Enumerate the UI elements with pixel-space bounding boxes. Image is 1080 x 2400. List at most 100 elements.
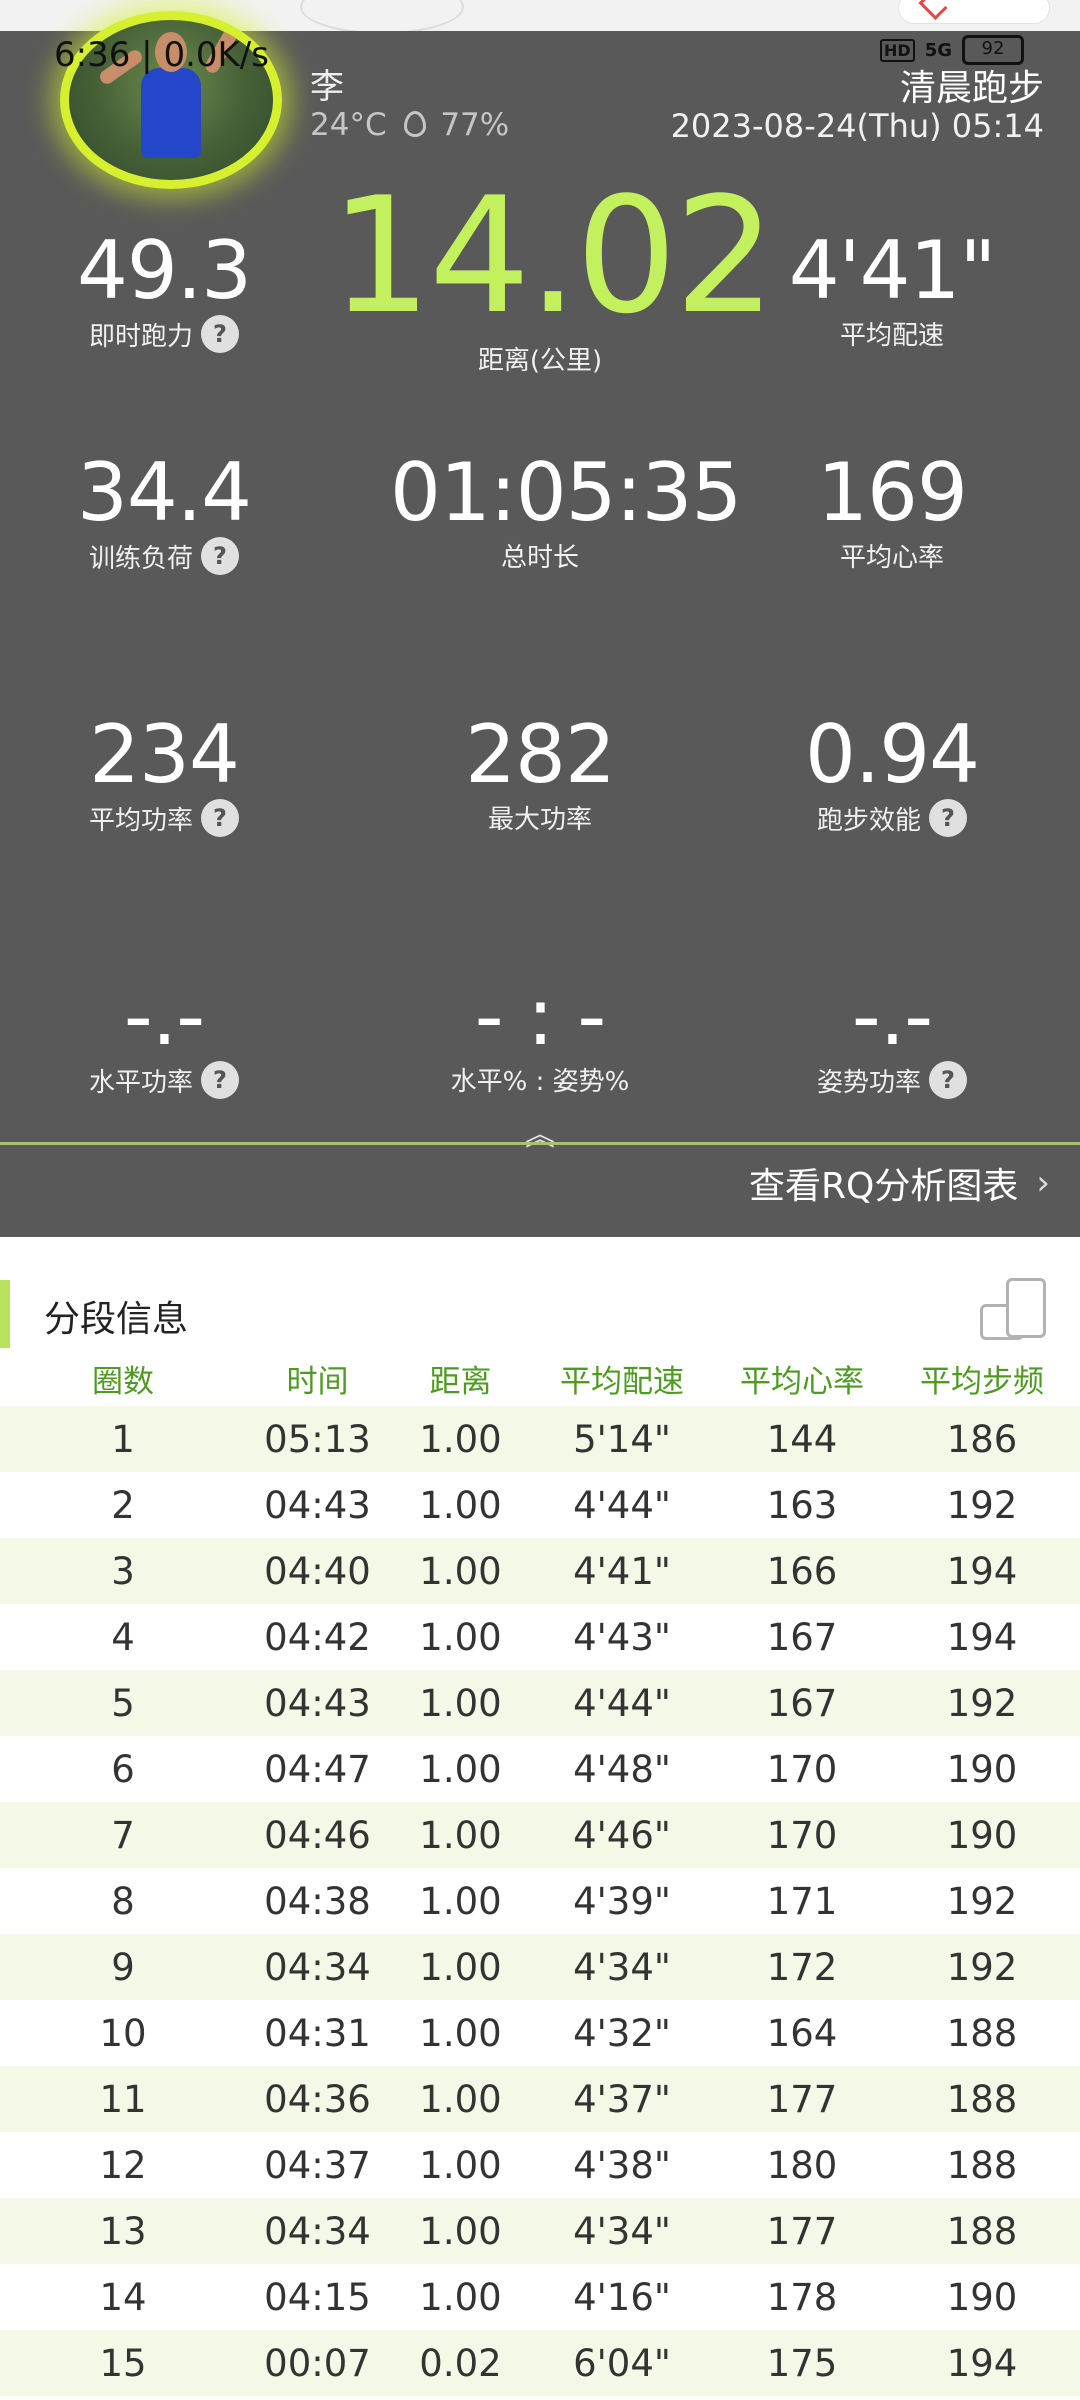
metric-value: 4'41" — [788, 224, 996, 317]
table-cell: 4'32" — [573, 2011, 671, 2055]
splits-table: 圈数 时间 距离 平均配速 平均心率 平均步频 1 05:13 1.00 5'14" 144 186 2… — [0, 1350, 1080, 2396]
table-cell: 1.00 — [419, 2011, 502, 2055]
humidity: 77% — [440, 107, 510, 143]
table-cell: 04:36 — [264, 2077, 371, 2121]
table-cell: 171 — [766, 1879, 838, 1923]
distance-value: 14.02 — [330, 162, 776, 349]
table-cell: 1.00 — [419, 1483, 502, 1527]
table-row: 10 04:31 1.00 4'32" 164 188 — [0, 2000, 1080, 2066]
table-cell: 163 — [766, 1483, 838, 1527]
help-icon[interactable]: ? — [201, 1061, 239, 1099]
help-icon[interactable]: ? — [201, 537, 239, 575]
table-cell: 172 — [766, 1945, 838, 1989]
table-cell: 188 — [946, 2011, 1018, 2055]
table-cell: 1.00 — [419, 1681, 502, 1725]
table-cell: 178 — [766, 2275, 838, 2319]
metric-label-wrap: 即时跑力 ? — [89, 315, 239, 353]
metric-label: 平均配速 — [839, 321, 944, 351]
table-cell: 8 — [111, 1879, 135, 1923]
table-cell: 9 — [111, 1945, 135, 1989]
decorative-arc — [300, 0, 464, 34]
table-cell: 4'34" — [573, 2209, 671, 2253]
table-cell: 6'04" — [573, 2341, 671, 2385]
collapse-chevron-icon[interactable]: ︽ — [522, 1121, 558, 1151]
table-cell: 12 — [99, 2143, 147, 2187]
table-cell: 4'44" — [573, 1483, 671, 1527]
table-cell: 6 — [111, 1747, 135, 1791]
help-icon[interactable]: ? — [929, 799, 967, 837]
table-cell: 04:43 — [264, 1483, 371, 1527]
table-cell: 11 — [99, 2077, 147, 2121]
table-cell: 186 — [946, 1417, 1018, 1461]
help-icon[interactable]: ? — [201, 315, 239, 353]
table-row: 15 00:07 0.02 6'04" 175 194 — [0, 2330, 1080, 2396]
table-cell: 14 — [99, 2275, 147, 2319]
table-cell: 0.02 — [419, 2341, 502, 2385]
table-cell: 4'39" — [573, 1879, 671, 1923]
user-name: 李 — [310, 67, 344, 107]
table-cell: 1 — [111, 1417, 135, 1461]
table-cell: 4'38" — [573, 2143, 671, 2187]
metric-label: 即时跑力 — [88, 321, 193, 352]
signal-icon: 5G — [924, 39, 952, 61]
app-badge[interactable] — [898, 0, 1050, 24]
table-cell: 167 — [766, 1615, 838, 1659]
rq-link-label: 查看RQ分析图表 — [749, 1166, 1019, 1207]
table-cell: 04:43 — [264, 1681, 371, 1725]
table-cell: 180 — [766, 2143, 838, 2187]
help-icon[interactable]: ? — [201, 799, 239, 837]
table-cell: 4'16" — [573, 2275, 671, 2319]
table-cell: 192 — [946, 1879, 1018, 1923]
metric-value: 234 — [89, 708, 240, 801]
table-cell: 04:47 — [264, 1747, 371, 1791]
table-cell: 1.00 — [419, 1747, 502, 1791]
table-cell: 190 — [946, 1747, 1018, 1791]
table-cell: 1.00 — [419, 1945, 502, 1989]
table-cell: 4'46" — [573, 1813, 671, 1857]
table-cell: 3 — [111, 1549, 135, 1593]
metric-label-wrap: 平均心率 — [840, 537, 944, 574]
table-cell: 188 — [946, 2209, 1018, 2253]
metric-avg-pace: 4'41" 平均配速 — [742, 231, 1042, 352]
table-cell: 7 — [111, 1813, 135, 1857]
table-cell: 04:15 — [264, 2275, 371, 2319]
table-cell: 194 — [946, 1615, 1018, 1659]
table-cell: 170 — [766, 1813, 838, 1857]
table-cell: 175 — [766, 2341, 838, 2385]
metric-avg-hr: 169 平均心率 — [742, 453, 1042, 574]
metric-value: 0.94 — [804, 708, 980, 801]
table-row: 5 04:43 1.00 4'44" 167 192 — [0, 1670, 1080, 1736]
metric-value: -.- — [851, 970, 933, 1063]
table-cell: 167 — [766, 1681, 838, 1725]
table-cell: 5'14" — [573, 1417, 671, 1461]
metric-label: 水平功率 — [88, 1067, 193, 1098]
rq-analysis-link[interactable]: 查看RQ分析图表 › — [749, 1157, 1050, 1209]
table-row: 13 04:34 1.00 4'34" 177 188 — [0, 2198, 1080, 2264]
table-cell: 04:34 — [264, 1945, 371, 1989]
table-cell: 4'34" — [573, 1945, 671, 1989]
table-cell: 1.00 — [419, 2209, 502, 2253]
metric-value: -.- — [123, 970, 205, 1063]
metric-label-wrap: 姿势功率 ? — [817, 1061, 967, 1099]
table-cell: 15 — [99, 2341, 147, 2385]
table-cell: 1.00 — [419, 1879, 502, 1923]
table-cell: 192 — [946, 1945, 1018, 1989]
table-row: 6 04:47 1.00 4'48" 170 190 — [0, 1736, 1080, 1802]
table-cell: 192 — [946, 1483, 1018, 1527]
table-cell: 4 — [111, 1615, 135, 1659]
table-cell: 04:46 — [264, 1813, 371, 1857]
table-row: 7 04:46 1.00 4'46" 170 190 — [0, 1802, 1080, 1868]
table-row: 12 04:37 1.00 4'38" 180 188 — [0, 2132, 1080, 2198]
metric-distance: 14.02 距离(公里) — [330, 162, 776, 377]
summary-panel: 6:36 | 0.0K/s HD 5G 92 李 24°C 77% 清晨跑步 2… — [0, 11, 1080, 1237]
metric-value: 169 — [817, 446, 968, 539]
rotate-view-icon[interactable] — [980, 1278, 1046, 1340]
table-cell: 4'48" — [573, 1747, 671, 1791]
metric-total-time: 01:05:35 总时长 — [390, 453, 742, 574]
table-cell: 177 — [766, 2077, 838, 2121]
table-cell: 1.00 — [419, 1417, 502, 1461]
metric-label: 训练负荷 — [88, 543, 193, 574]
table-cell: 1.00 — [419, 1813, 502, 1857]
help-icon[interactable]: ? — [929, 1061, 967, 1099]
table-cell: 04:38 — [264, 1879, 371, 1923]
